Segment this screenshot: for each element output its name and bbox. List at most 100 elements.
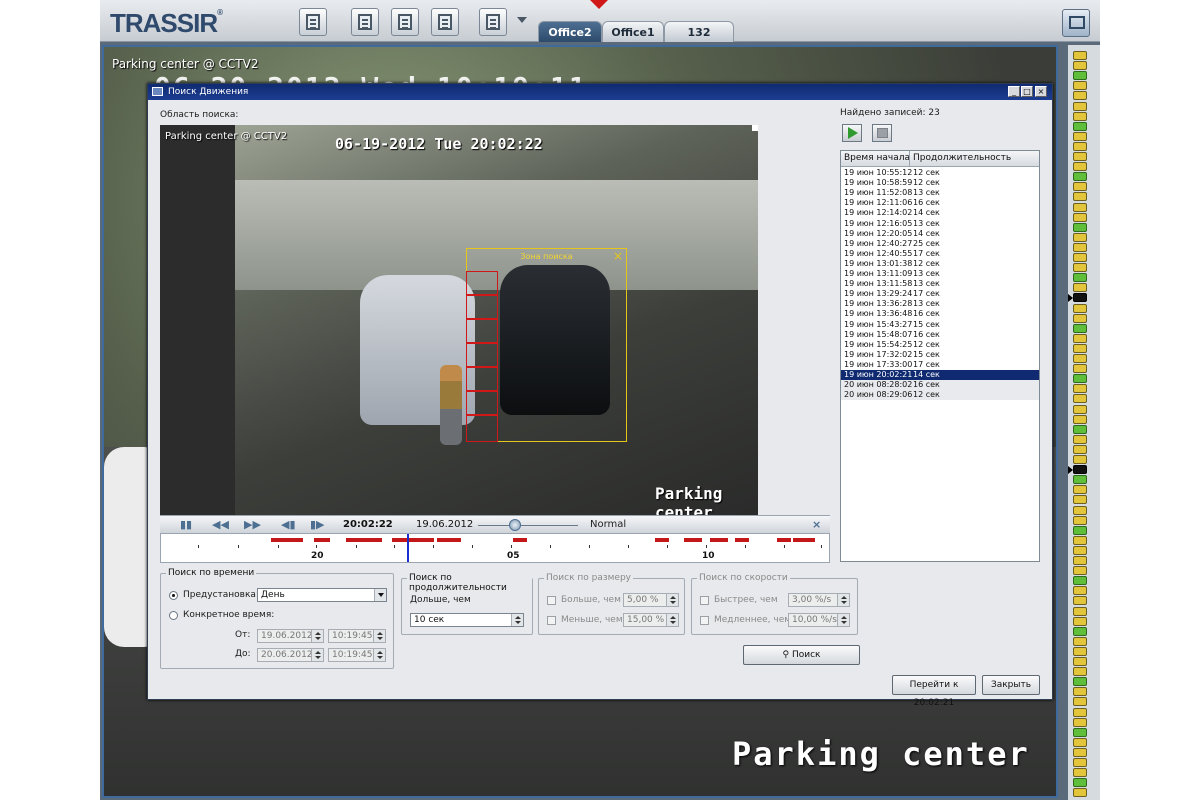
channel-indicator[interactable] [1073, 162, 1087, 172]
channel-indicator[interactable] [1073, 323, 1087, 333]
channel-indicator[interactable] [1073, 455, 1087, 464]
channel-indicator[interactable] [1073, 51, 1087, 60]
goto-time-button[interactable]: Перейти к 20:02:21 [892, 675, 976, 708]
channel-indicator[interactable] [1073, 283, 1087, 293]
result-row[interactable]: 19 июн 11:52:08 13 сек [841, 188, 1039, 198]
result-row[interactable]: 19 июн 13:11:58 13 сек [841, 279, 1039, 289]
event-segment[interactable] [314, 538, 330, 542]
spin-icon[interactable] [373, 630, 385, 642]
spin-icon[interactable] [837, 614, 849, 626]
event-segment[interactable] [271, 538, 303, 542]
result-row[interactable]: 19 июн 13:36:48 16 сек [841, 309, 1039, 319]
spin-icon[interactable] [373, 649, 385, 661]
result-row[interactable]: 20 июн 08:29:06 12 сек [841, 390, 1039, 401]
event-segment[interactable] [513, 538, 527, 542]
event-segment[interactable] [437, 538, 461, 542]
timeline[interactable]: 20 05 10 [160, 533, 830, 563]
channel-indicator[interactable] [1073, 707, 1087, 717]
channel-indicator[interactable] [1073, 333, 1087, 343]
channel-indicator[interactable] [1073, 202, 1087, 212]
faster-field[interactable]: 3,00 %/s [788, 593, 850, 607]
chevron-down-icon[interactable] [374, 589, 386, 601]
larger-field[interactable]: 5,00 % [623, 593, 679, 607]
specific-time-radio[interactable] [169, 611, 178, 620]
channel-indicator[interactable] [1073, 505, 1087, 515]
larger-checkbox[interactable] [547, 596, 556, 605]
channel-indicator[interactable] [1073, 616, 1087, 626]
channel-indicator[interactable] [1073, 727, 1087, 737]
search-button[interactable]: ⚲ Поиск [743, 645, 860, 665]
chevron-down-icon[interactable] [517, 17, 527, 23]
event-segment[interactable] [777, 538, 791, 542]
channel-indicator[interactable] [1073, 394, 1087, 404]
spin-icon[interactable] [837, 594, 849, 606]
channel-indicator[interactable] [1073, 697, 1087, 707]
result-row[interactable]: 19 июн 12:40:27 25 сек [841, 239, 1039, 249]
column-start-time[interactable]: Время начала [844, 153, 910, 163]
stop-results-button[interactable] [872, 124, 892, 142]
channel-indicator[interactable] [1073, 525, 1087, 535]
result-row[interactable]: 19 июн 17:33:00 17 сек [841, 360, 1039, 370]
preset-radio[interactable] [169, 591, 178, 600]
result-row[interactable]: 20 июн 08:28:02 16 сек [841, 380, 1039, 391]
channel-indicator[interactable] [1073, 364, 1087, 374]
channel-indicator[interactable] [1073, 263, 1087, 273]
faster-checkbox[interactable] [700, 596, 709, 605]
channel-indicator[interactable] [1073, 576, 1087, 586]
channel-indicator[interactable] [1073, 657, 1087, 666]
channel-indicator[interactable] [1073, 253, 1087, 262]
channel-indicator[interactable] [1073, 414, 1087, 424]
channel-indicator[interactable] [1073, 495, 1087, 505]
channel-indicator[interactable] [1073, 646, 1087, 656]
result-row[interactable]: 19 июн 13:11:09 13 сек [841, 269, 1039, 279]
close-player-button[interactable]: × [812, 518, 821, 531]
channel-indicator[interactable] [1073, 596, 1087, 606]
channel-indicator[interactable] [1073, 717, 1087, 727]
result-row[interactable]: 19 июн 10:58:59 12 сек [841, 178, 1039, 188]
channel-indicator[interactable] [1073, 111, 1087, 121]
speed-slider-track[interactable] [478, 525, 578, 526]
channel-indicator[interactable] [1073, 424, 1087, 434]
channel-indicator[interactable] [1073, 81, 1087, 91]
channel-indicator[interactable] [1073, 545, 1087, 555]
channel-indicator[interactable] [1073, 212, 1087, 222]
step-back-button[interactable]: ◀▮ [281, 518, 296, 532]
tab-office1[interactable]: Office1 [602, 21, 664, 42]
spin-icon[interactable] [311, 649, 323, 661]
channel-indicator[interactable] [1073, 131, 1087, 141]
column-divider[interactable] [909, 151, 910, 167]
result-row[interactable]: 19 июн 20:02:21 14 сек [841, 370, 1039, 380]
channel-indicator[interactable] [1073, 232, 1087, 242]
event-segment[interactable] [684, 538, 702, 542]
channel-indicator[interactable] [1073, 758, 1087, 767]
column-duration[interactable]: Продолжительность [913, 153, 1011, 163]
pause-button[interactable]: ▮▮ [180, 518, 192, 532]
channel-indicator[interactable] [1073, 778, 1087, 788]
channel-indicator[interactable] [1073, 788, 1087, 798]
result-row[interactable]: 19 июн 12:16:05 13 сек [841, 219, 1039, 229]
channel-indicator[interactable] [1073, 606, 1087, 616]
channel-indicator[interactable] [1073, 313, 1087, 323]
result-row[interactable]: 19 июн 17:32:02 15 сек [841, 350, 1039, 360]
channel-indicator[interactable] [1073, 444, 1087, 454]
slower-field[interactable]: 10,00 %/s [788, 613, 850, 627]
event-segment[interactable] [735, 538, 749, 542]
channel-indicator[interactable] [1073, 222, 1087, 232]
from-date-field[interactable]: 19.06.2012 [257, 629, 324, 643]
event-segment[interactable] [392, 538, 434, 542]
channel-indicator[interactable] [1073, 636, 1087, 646]
channel-indicator[interactable] [1073, 556, 1087, 565]
channel-indicator[interactable] [1073, 293, 1087, 303]
result-row[interactable]: 19 июн 13:36:28 13 сек [841, 299, 1039, 309]
duration-field[interactable]: 10 сек [410, 613, 524, 627]
step-forward-button[interactable]: ▮▶ [310, 518, 325, 532]
layout-settings-button[interactable] [479, 8, 507, 36]
channel-indicator[interactable] [1073, 667, 1087, 677]
channel-indicator[interactable] [1073, 535, 1087, 545]
channel-indicator[interactable] [1073, 192, 1087, 202]
rewind-button[interactable]: ◀◀ [212, 518, 229, 532]
channel-indicator[interactable] [1073, 374, 1087, 384]
channel-indicator[interactable] [1073, 626, 1087, 636]
channel-indicator[interactable] [1073, 141, 1087, 151]
zone-close-icon[interactable]: × [613, 249, 623, 263]
